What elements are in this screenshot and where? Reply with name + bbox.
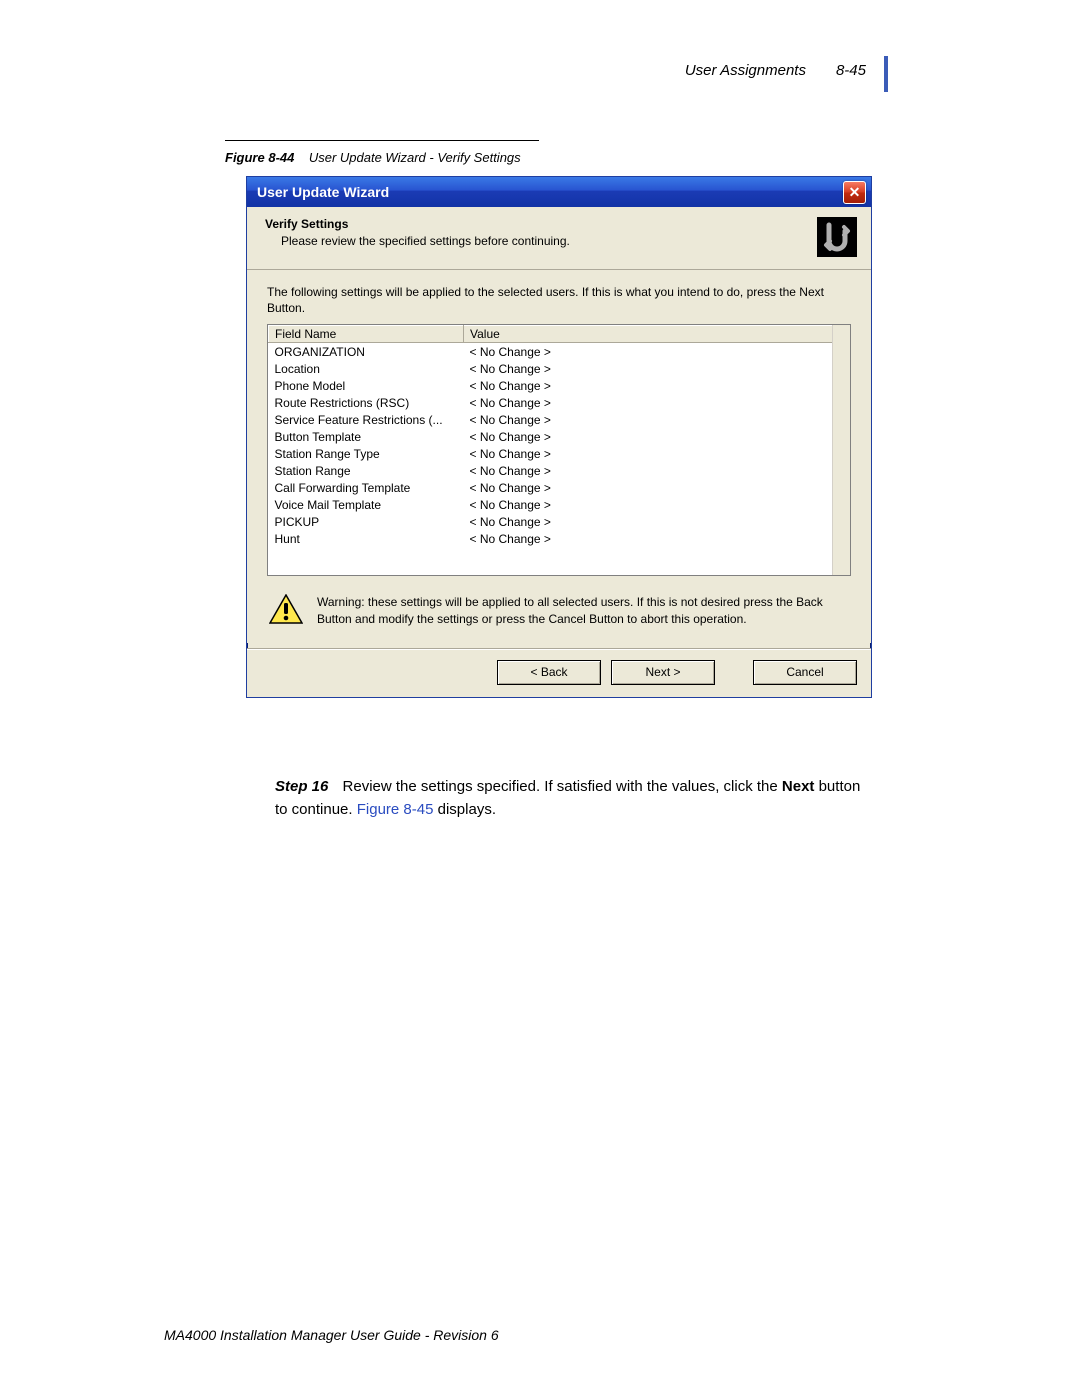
figure-number: Figure 8-44 xyxy=(225,150,294,165)
step-text-a: Review the settings specified. If satisf… xyxy=(343,778,782,795)
close-button[interactable]: ✕ xyxy=(843,181,866,204)
page-footer: MA4000 Installation Manager User Guide -… xyxy=(164,1327,499,1343)
dialog-title: User Update Wizard xyxy=(257,184,389,200)
dialog-intro-text: The following settings will be applied t… xyxy=(267,284,851,316)
next-button[interactable]: Next > xyxy=(611,660,715,685)
table-row[interactable]: Station Range< No Change > xyxy=(269,462,850,479)
dialog-body: The following settings will be applied t… xyxy=(247,270,871,643)
close-icon: ✕ xyxy=(849,185,861,199)
table-row[interactable]: Phone Model< No Change > xyxy=(269,377,850,394)
dialog-button-row: < Back Next > Cancel xyxy=(247,650,871,697)
table-row[interactable]: Voice Mail Template< No Change > xyxy=(269,496,850,513)
back-button[interactable]: < Back xyxy=(497,660,601,685)
step-label: Step 16 xyxy=(275,778,328,795)
col-field-name[interactable]: Field Name xyxy=(269,326,464,343)
table-row[interactable]: ORGANIZATION< No Change > xyxy=(269,343,850,361)
table-row[interactable]: PICKUP< No Change > xyxy=(269,513,850,530)
table-row[interactable]: Route Restrictions (RSC)< No Change > xyxy=(269,394,850,411)
cancel-button[interactable]: Cancel xyxy=(753,660,857,685)
section-name: User Assignments xyxy=(685,62,806,79)
dialog-titlebar[interactable]: User Update Wizard ✕ xyxy=(247,177,871,207)
table-row[interactable]: Button Template< No Change > xyxy=(269,428,850,445)
warning-row: Warning: these settings will be applied … xyxy=(267,590,851,632)
step-paragraph: Step 16 Review the settings specified. I… xyxy=(275,776,866,821)
table-row[interactable]: Service Feature Restrictions (...< No Ch… xyxy=(269,411,850,428)
step-next-bold: Next xyxy=(782,778,815,795)
col-value[interactable]: Value xyxy=(464,326,850,343)
table-row[interactable]: Location< No Change > xyxy=(269,360,850,377)
step-text-c: displays. xyxy=(433,801,496,818)
header-accent-bar xyxy=(884,56,888,92)
warning-text: Warning: these settings will be applied … xyxy=(317,594,849,626)
dialog-subheading: Please review the specified settings bef… xyxy=(281,234,807,248)
figure-reference-link[interactable]: Figure 8-45 xyxy=(357,801,434,818)
figure-caption: Figure 8-44 User Update Wizard - Verify … xyxy=(225,150,521,165)
warning-icon xyxy=(269,594,303,624)
wizard-logo-icon xyxy=(817,217,857,257)
settings-table-wrap: Field Name Value ORGANIZATION< No Change… xyxy=(267,324,851,576)
table-scrollbar[interactable] xyxy=(832,325,850,575)
table-row[interactable]: Station Range Type< No Change > xyxy=(269,445,850,462)
dialog-header-band: Verify Settings Please review the specif… xyxy=(247,207,871,270)
settings-table: Field Name Value ORGANIZATION< No Change… xyxy=(268,325,850,547)
page-number: 8-45 xyxy=(836,62,866,79)
figure-rule xyxy=(225,140,539,141)
table-row[interactable]: Call Forwarding Template< No Change > xyxy=(269,479,850,496)
figure-title: User Update Wizard - Verify Settings xyxy=(309,150,521,165)
wizard-dialog: User Update Wizard ✕ Verify Settings Ple… xyxy=(246,176,872,698)
table-row[interactable]: Hunt< No Change > xyxy=(269,530,850,547)
dialog-heading: Verify Settings xyxy=(265,217,807,231)
page-header: User Assignments 8-45 xyxy=(685,62,866,79)
